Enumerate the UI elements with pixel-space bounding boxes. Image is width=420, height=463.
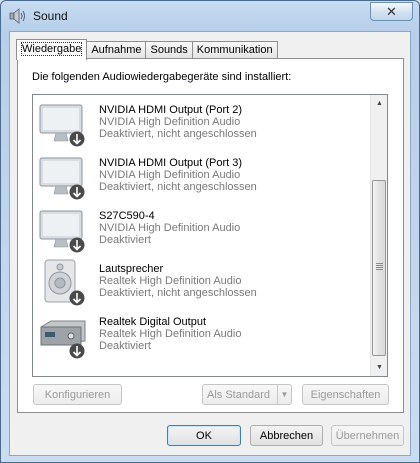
properties-button[interactable]: Eigenschaften	[302, 384, 389, 405]
tab-label: Wiedergabe	[20, 42, 83, 56]
title-bar[interactable]: Sound ✕	[1, 1, 419, 31]
device-driver: NVIDIA High Definition Audio	[99, 222, 241, 234]
list-item[interactable]: S27C590-4 NVIDIA High Definition Audio D…	[33, 201, 371, 254]
list-item[interactable]: Lautsprecher Realtek High Definition Aud…	[33, 254, 371, 307]
intro-text: Die folgenden Audiowiedergabegeräte sind…	[32, 71, 292, 83]
close-icon: ✕	[386, 3, 397, 19]
device-name: Lautsprecher	[99, 263, 164, 275]
vertical-scrollbar[interactable]: ▲ ▼	[370, 95, 387, 376]
configure-button[interactable]: Konfigurieren	[33, 384, 122, 405]
apply-button[interactable]: Übernehmen	[331, 425, 404, 446]
device-driver: NVIDIA High Definition Audio	[99, 116, 241, 128]
device-status: Deaktiviert	[99, 340, 151, 352]
tab-kommunikation[interactable]: Kommunikation	[191, 41, 278, 59]
list-item[interactable]: NVIDIA HDMI Output (Port 2) NVIDIA High …	[33, 95, 371, 148]
speaker-icon	[9, 8, 25, 24]
monitor-icon	[39, 157, 85, 200]
device-list[interactable]: NVIDIA HDMI Output (Port 2) NVIDIA High …	[32, 94, 388, 377]
cancel-button[interactable]: Abbrechen	[250, 425, 323, 446]
device-driver: Realtek High Definition Audio	[99, 275, 242, 287]
tab-strip: Wiedergabe Aufnahme Sounds Kommunikation	[16, 39, 278, 60]
scroll-down-icon[interactable]: ▼	[371, 359, 387, 376]
monitor-icon	[39, 210, 85, 253]
monitor-icon	[39, 104, 85, 147]
tab-sounds[interactable]: Sounds	[145, 41, 193, 59]
speaker-icon	[44, 259, 85, 306]
scrollbar-thumb[interactable]	[372, 180, 386, 356]
device-status: Deaktiviert, nicht angeschlossen	[99, 128, 257, 140]
close-button[interactable]: ✕	[370, 2, 413, 21]
receiver-icon	[40, 320, 86, 359]
tab-aufnahme[interactable]: Aufnahme	[86, 41, 147, 59]
tab-wiedergabe[interactable]: Wiedergabe	[16, 39, 88, 60]
ok-button[interactable]: OK	[167, 425, 241, 446]
window-title: Sound	[33, 9, 68, 23]
device-name: NVIDIA HDMI Output (Port 3)	[99, 157, 243, 169]
device-name: NVIDIA HDMI Output (Port 2)	[99, 104, 243, 116]
list-item[interactable]: Realtek Digital Output Realtek High Defi…	[33, 307, 371, 360]
device-name: S27C590-4	[99, 210, 155, 222]
chevron-down-icon[interactable]: ▼	[277, 385, 291, 404]
device-status: Deaktiviert	[99, 234, 151, 246]
device-driver: NVIDIA High Definition Audio	[99, 169, 241, 181]
device-status: Deaktiviert, nicht angeschlossen	[99, 287, 257, 299]
set-default-button[interactable]: Als Standard ▼	[202, 384, 292, 405]
device-driver: Realtek High Definition Audio	[99, 328, 242, 340]
grip-icon	[376, 263, 383, 270]
list-item[interactable]: NVIDIA HDMI Output (Port 3) NVIDIA High …	[33, 148, 371, 201]
scroll-up-icon[interactable]: ▲	[371, 95, 387, 112]
device-name: Realtek Digital Output	[99, 316, 206, 328]
set-default-label: Als Standard	[207, 388, 270, 401]
device-status: Deaktiviert, nicht angeschlossen	[99, 181, 257, 193]
